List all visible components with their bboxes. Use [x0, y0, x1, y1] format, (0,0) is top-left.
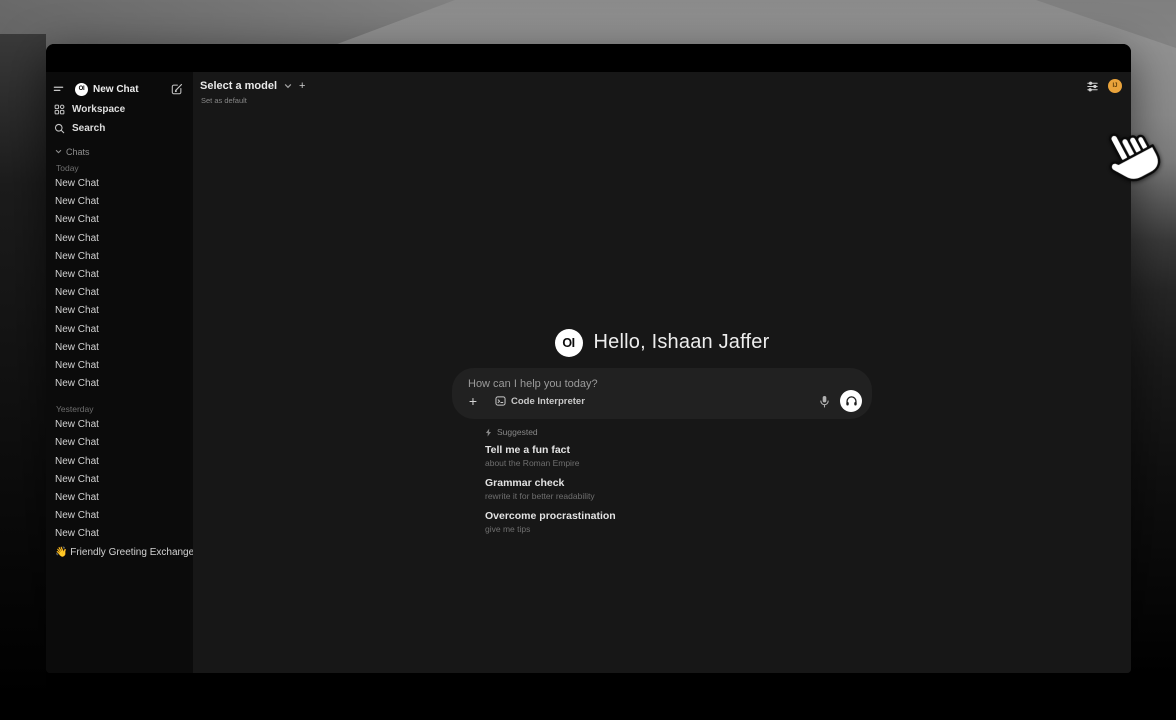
topbar-right: IJ: [1086, 79, 1122, 93]
chevron-down-icon: [55, 147, 62, 157]
suggested-prompt[interactable]: Grammar checkrewrite it for better reada…: [485, 477, 872, 502]
wallpaper-left-shadow: [0, 34, 46, 720]
hero-block: OI Hello, Ishaan Jaffer How can I help y…: [452, 328, 872, 543]
suggested-header: Suggested: [485, 426, 872, 438]
openwebui-logo-icon: OI: [75, 83, 88, 96]
chat-list-item[interactable]: New Chat: [46, 357, 193, 375]
chat-list-item[interactable]: New Chat: [46, 211, 193, 229]
controls-sliders-icon[interactable]: [1086, 80, 1099, 93]
suggested-list: Tell me a fun factabout the Roman Empire…: [485, 444, 872, 535]
chat-list-item[interactable]: New Chat: [46, 175, 193, 193]
suggested-label: Suggested: [497, 427, 538, 437]
chat-list-item[interactable]: New Chat: [46, 489, 193, 507]
greeting-row: OI Hello, Ishaan Jaffer: [452, 328, 872, 357]
window-top-strip: [46, 44, 1131, 72]
model-selector-label: Select a model: [200, 80, 277, 92]
suggested-section: Suggested Tell me a fun factabout the Ro…: [452, 426, 872, 535]
chat-list-item[interactable]: New Chat: [46, 266, 193, 284]
chat-list-item[interactable]: New Chat: [46, 230, 193, 248]
sidebar-header: OI New Chat: [46, 78, 193, 100]
suggested-prompt[interactable]: Overcome procrastinationgive me tips: [485, 510, 872, 535]
chat-list-item[interactable]: New Chat: [46, 302, 193, 320]
search-label: Search: [72, 123, 105, 134]
search-icon: [54, 123, 65, 134]
microphone-icon[interactable]: [819, 395, 830, 408]
chat-list-item[interactable]: New Chat: [46, 339, 193, 357]
workspace-label: Workspace: [72, 104, 125, 115]
set-as-default-button[interactable]: Set as default: [201, 96, 247, 105]
sidebar-title: New Chat: [93, 84, 171, 95]
sidebar: OI New Chat Workspace Search: [46, 72, 193, 673]
chat-list-item[interactable]: New Chat: [46, 471, 193, 489]
chat-list-item[interactable]: New Chat: [46, 321, 193, 339]
sidebar-toggle-icon[interactable]: [53, 84, 64, 95]
chats-section-label: Chats: [66, 147, 90, 157]
suggested-prompt-subtitle: about the Roman Empire: [485, 458, 872, 469]
main-area: Select a model + Set as default IJ OI He…: [193, 72, 1131, 673]
suggested-prompt-title: Overcome procrastination: [485, 510, 872, 523]
chat-list-item[interactable]: New Chat: [46, 525, 193, 543]
suggested-prompt-subtitle: rewrite it for better readability: [485, 491, 872, 502]
workspace-grid-icon: [54, 104, 65, 115]
model-selector[interactable]: Select a model +: [200, 80, 305, 92]
composer-toolbar: + Code Interpreter: [464, 390, 862, 412]
add-model-icon[interactable]: +: [299, 81, 305, 92]
chat-list-item[interactable]: New Chat: [46, 434, 193, 452]
chevron-down-icon: [284, 82, 292, 90]
terminal-icon: [495, 396, 506, 406]
message-input[interactable]: How can I help you today? + Code Interpr…: [452, 368, 872, 419]
chat-list-item[interactable]: New Chat: [46, 507, 193, 525]
code-interpreter-toggle[interactable]: Code Interpreter: [495, 396, 585, 407]
chat-list-item[interactable]: New Chat: [46, 416, 193, 434]
chat-list-item[interactable]: New Chat: [46, 248, 193, 266]
chat-group-label: Today: [46, 161, 193, 175]
app-window: OI New Chat Workspace Search: [46, 44, 1131, 673]
user-avatar[interactable]: IJ: [1108, 79, 1122, 93]
chat-list-item[interactable]: 👋 Friendly Greeting Exchange: [46, 544, 193, 562]
code-interpreter-label: Code Interpreter: [511, 396, 585, 407]
chat-group-label: Yesterday: [46, 402, 193, 416]
suggested-prompt-title: Grammar check: [485, 477, 872, 490]
chat-list-item[interactable]: New Chat: [46, 375, 193, 393]
chats-section-toggle[interactable]: Chats: [46, 145, 193, 159]
chat-list-item[interactable]: New Chat: [46, 193, 193, 211]
suggested-prompt-subtitle: give me tips: [485, 524, 872, 535]
headphones-icon: [845, 395, 858, 407]
sidebar-item-workspace[interactable]: Workspace: [46, 100, 193, 119]
chat-list-item[interactable]: New Chat: [46, 284, 193, 302]
suggested-prompt-title: Tell me a fun fact: [485, 444, 872, 457]
message-input-placeholder: How can I help you today?: [468, 378, 598, 390]
attach-plus-button[interactable]: +: [464, 392, 482, 410]
chat-list: TodayNew ChatNew ChatNew ChatNew ChatNew…: [46, 161, 193, 562]
sidebar-item-search[interactable]: Search: [46, 119, 193, 138]
openwebui-logo-icon: OI: [555, 329, 583, 357]
wallpaper-wedge-right: [1036, 0, 1176, 48]
chat-list-item[interactable]: New Chat: [46, 453, 193, 471]
voice-call-button[interactable]: [840, 390, 862, 412]
suggested-prompt[interactable]: Tell me a fun factabout the Roman Empire: [485, 444, 872, 469]
bolt-icon: [485, 428, 492, 437]
new-chat-icon[interactable]: [171, 83, 183, 95]
greeting-text: Hello, Ishaan Jaffer: [594, 331, 770, 354]
